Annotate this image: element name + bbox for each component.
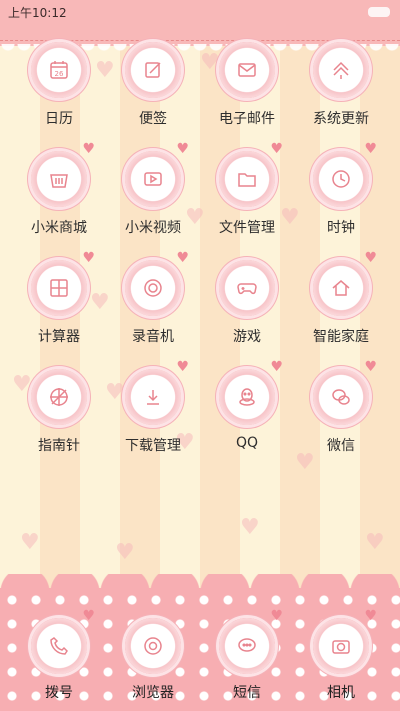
shop-basket-icon: ♥ [31,141,95,207]
heart-decoration-icon: ♥ [240,515,260,540]
note-icon [125,42,181,98]
compass-icon [31,369,87,425]
app-system-update[interactable]: 系统更新 [291,42,391,128]
heart-icon: ♥ [82,608,95,624]
battery-icon [368,7,390,17]
lace-stitch-divider [0,40,400,41]
app-label: 小米商城 [31,220,87,236]
app-games[interactable]: 游戏 [197,260,297,346]
clock-icon: ♥ [313,141,377,207]
heart-icon: ♥ [270,359,283,375]
app-file-manager[interactable]: ♥ 文件管理 [197,141,297,237]
heart-decoration-icon: ♥ [115,540,135,565]
heart-icon: ♥ [176,141,189,157]
qq-penguin-icon: ♥ [219,359,283,425]
dock-messages[interactable]: ♥ 短信 [197,608,297,702]
heart-icon: ♥ [270,608,283,624]
app-label: 小米视频 [125,220,181,236]
status-bar: 上午10:12 [0,0,400,24]
app-label: 游戏 [233,329,261,345]
app-label: 便签 [139,111,167,127]
app-download-manager[interactable]: ♥ 下载管理 [103,359,203,455]
heart-decoration-icon: ♥ [20,530,40,555]
calculator-icon: ♥ [31,250,95,316]
dock-label: 拨号 [45,685,73,701]
app-calculator[interactable]: ♥ 计算器 [9,250,109,346]
heart-icon: ♥ [364,141,377,157]
app-label: 系统更新 [313,111,369,127]
app-label: QQ [235,435,259,451]
message-icon: ♥ [219,608,283,674]
heart-icon: ♥ [364,359,377,375]
app-mi-store[interactable]: ♥ 小米商城 [9,141,109,237]
app-label: 日历 [45,111,73,127]
app-label: 指南针 [38,438,80,454]
heart-icon: ♥ [176,359,189,375]
app-label: 文件管理 [219,220,275,236]
camera-icon: ♥ [313,608,377,674]
app-smart-home[interactable]: ♥ 智能家庭 [291,250,391,346]
dock-label: 相机 [327,685,355,701]
heart-icon: ♥ [270,141,283,157]
gamepad-icon [219,260,275,316]
home-screen: 上午10:12 ♥ ♥ ♥ ♥ ♥ ♥ ♥ ♥ ♥ ♥ ♥ ♥ ♥ 26 日历 … [0,0,400,711]
app-calendar[interactable]: 26 日历 [9,42,109,128]
download-icon: ♥ [125,359,189,425]
update-icon [313,42,369,98]
app-label: 微信 [327,438,355,454]
mail-icon [219,42,275,98]
video-icon: ♥ [125,141,189,207]
heart-icon: ♥ [364,608,377,624]
app-wechat[interactable]: ♥ 微信 [291,359,391,455]
calendar-date: 26 [55,70,64,78]
home-icon: ♥ [313,250,377,316]
dock-label: 浏览器 [132,685,174,701]
recorder-icon: ♥ [125,250,189,316]
heart-decoration-icon: ♥ [365,530,385,555]
dock: ♥ 拨号 浏览器 ♥ 短信 ♥ 相机 [0,588,400,711]
app-recorder[interactable]: ♥ 录音机 [103,250,203,346]
app-mi-video[interactable]: ♥ 小米视频 [103,141,203,237]
wechat-icon: ♥ [313,359,377,425]
folder-icon: ♥ [219,141,283,207]
dock-camera[interactable]: ♥ 相机 [291,608,391,702]
browser-icon [125,618,181,674]
app-label: 时钟 [327,220,355,236]
dock-browser[interactable]: 浏览器 [103,618,203,702]
app-label: 计算器 [38,329,80,345]
app-notes[interactable]: 便签 [103,42,203,128]
app-clock[interactable]: ♥ 时钟 [291,141,391,237]
app-qq[interactable]: ♥ QQ [197,359,297,451]
heart-icon: ♥ [176,250,189,266]
app-label: 智能家庭 [313,329,369,345]
heart-icon: ♥ [82,250,95,266]
heart-icon: ♥ [82,141,95,157]
app-label: 录音机 [132,329,174,345]
app-label: 下载管理 [125,438,181,454]
app-email[interactable]: 电子邮件 [197,42,297,128]
app-compass[interactable]: 指南针 [9,369,109,455]
app-label: 电子邮件 [219,111,275,127]
status-time: 上午10:12 [8,6,67,20]
heart-icon: ♥ [364,250,377,266]
dock-phone[interactable]: ♥ 拨号 [9,608,109,702]
phone-icon: ♥ [31,608,95,674]
dock-label: 短信 [233,685,261,701]
calendar-icon: 26 [31,42,87,98]
